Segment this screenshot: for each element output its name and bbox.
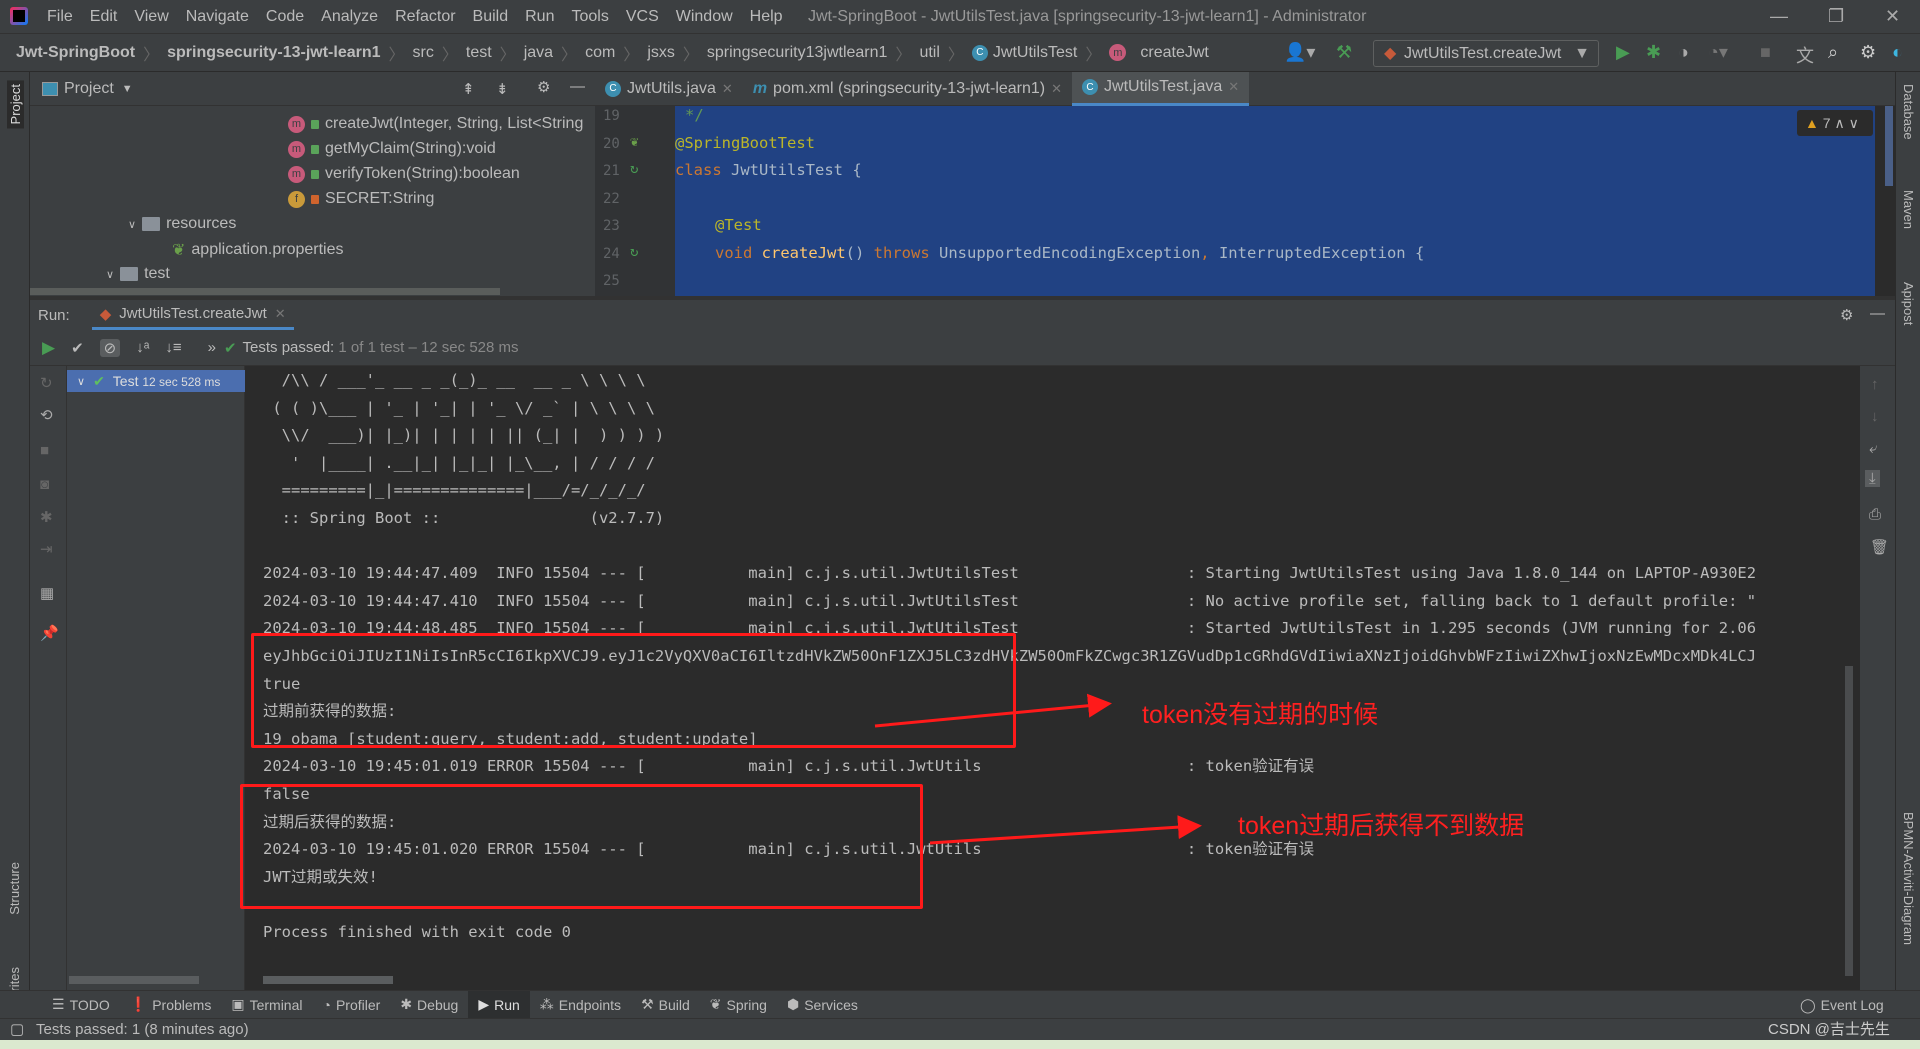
event-log-icon: ◯ bbox=[1800, 996, 1816, 1013]
run-icon: ▶ bbox=[478, 996, 490, 1012]
tool-tab-debug[interactable]: ✱ Debug bbox=[390, 991, 468, 1019]
annotation-label-after-expiry: token过期后获得不到数据 bbox=[1238, 812, 1525, 840]
event-log-button[interactable]: ◯ Event Log bbox=[1790, 991, 1894, 1019]
tool-tab-services[interactable]: ⬢ Services bbox=[777, 991, 868, 1019]
annotation-arrows bbox=[874, 693, 1202, 845]
status-bar: ▢ Tests passed: 1 (8 minutes ago) CSDN @… bbox=[0, 1018, 1920, 1040]
tool-tab-problems[interactable]: ❗ Problems bbox=[120, 991, 222, 1019]
panel-toggle-icon[interactable]: ▢ bbox=[10, 1019, 24, 1041]
annotation-label-before-expiry: token没有过期的时候 bbox=[1142, 701, 1379, 729]
tool-tab-todo[interactable]: ☰ TODO bbox=[42, 991, 120, 1019]
terminal-icon: ▣ bbox=[231, 996, 245, 1012]
spring-leaf-icon: ❦ bbox=[709, 996, 722, 1012]
tool-window-bar: ☰ TODO ❗ Problems ▣ Terminal ◔ Profiler ✱ Deb… bbox=[0, 990, 1920, 1019]
tool-tab-terminal[interactable]: ▣ Terminal bbox=[221, 991, 312, 1019]
arrow-2 bbox=[929, 815, 1202, 845]
tool-tab-build[interactable]: ⚒ Build bbox=[631, 991, 700, 1019]
status-text: Tests passed: 1 (8 minutes ago) bbox=[36, 1021, 249, 1038]
tool-tab-spring[interactable]: ❦ Spring bbox=[700, 991, 777, 1019]
list-icon: ☰ bbox=[52, 996, 65, 1012]
exclamation-icon: ❗ bbox=[129, 996, 148, 1012]
arrow-1 bbox=[874, 693, 1112, 728]
services-icon: ⬢ bbox=[786, 996, 800, 1012]
tool-tab-run[interactable]: ▶ Run bbox=[468, 990, 530, 1019]
hammer-icon: ⚒ bbox=[641, 996, 654, 1012]
tool-tab-profiler[interactable]: ◔ Profiler bbox=[312, 991, 390, 1019]
endpoints-icon: ⁂ bbox=[539, 996, 554, 1012]
watermark: CSDN @吉士先生 bbox=[1768, 1021, 1890, 1038]
profiler-icon: ◔ bbox=[322, 996, 331, 1013]
bug-icon: ✱ bbox=[400, 996, 413, 1012]
desktop-strip bbox=[0, 1040, 1920, 1049]
tool-tab-endpoints[interactable]: ⁂ Endpoints bbox=[530, 991, 631, 1019]
